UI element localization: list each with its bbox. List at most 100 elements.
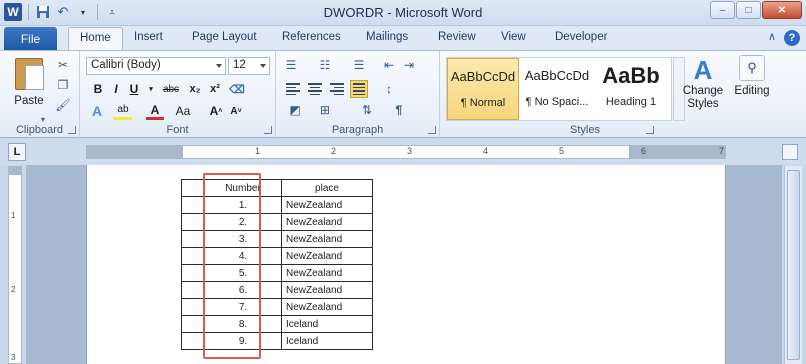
line-spacing-icon[interactable]: ↕ (380, 81, 398, 97)
style-name: ¶ No Spaci... (525, 96, 589, 108)
vertical-ruler[interactable]: 1 2 3 (8, 166, 22, 364)
table-cell[interactable]: NewZealand (281, 230, 373, 248)
table-cell[interactable] (181, 230, 205, 248)
table-cell[interactable]: NewZealand (281, 213, 373, 231)
format-painter-icon[interactable]: 🖌 (54, 97, 72, 113)
table-cell[interactable] (181, 315, 205, 333)
tab-developer[interactable]: Developer (555, 31, 607, 43)
table-cell[interactable] (181, 196, 205, 214)
table-header-cell[interactable]: Number (204, 179, 282, 197)
chevron-down-icon[interactable] (260, 64, 266, 68)
table-header-cell[interactable]: place (281, 179, 373, 197)
table-cell[interactable]: 1. (204, 196, 282, 214)
change-case-icon[interactable]: Aa (172, 102, 194, 120)
shrink-font-icon[interactable]: A ˅ (228, 102, 244, 120)
style-sample: AaBb (602, 63, 660, 88)
table-cell[interactable] (181, 298, 205, 316)
table-cell[interactable]: 6. (204, 281, 282, 299)
tab-selector[interactable]: L (8, 143, 26, 161)
minimize-button[interactable]: – (710, 1, 735, 19)
font-color-icon[interactable]: A (146, 102, 164, 120)
table-cell[interactable]: 9. (204, 332, 282, 350)
editing-button[interactable]: ⚲ Editing (734, 55, 770, 98)
grow-font-icon[interactable]: A ˄ (208, 102, 224, 120)
table-cell[interactable] (181, 332, 205, 350)
table-cell[interactable]: 4. (204, 247, 282, 265)
help-icon[interactable]: ? (784, 30, 800, 46)
table-header-cell[interactable] (181, 179, 205, 197)
table-cell[interactable]: NewZealand (281, 247, 373, 265)
table-cell[interactable]: 8. (204, 315, 282, 333)
minimize-ribbon-icon[interactable]: ∧ (768, 30, 776, 46)
chevron-down-icon[interactable]: ▾ (146, 80, 156, 98)
table-cell[interactable] (181, 281, 205, 299)
styles-launcher-icon[interactable] (646, 126, 654, 134)
table-cell[interactable] (181, 247, 205, 265)
text-effects-icon[interactable]: A (88, 102, 106, 120)
close-button[interactable]: ✕ (762, 1, 802, 19)
style-no-spacing[interactable]: AaBbCcDd ¶ No Spaci... (521, 58, 593, 120)
align-center-icon[interactable] (306, 80, 324, 98)
decrease-indent-icon[interactable]: ⇤ (380, 57, 398, 73)
tab-references[interactable]: References (282, 31, 341, 43)
tab-page-layout[interactable]: Page Layout (192, 31, 257, 43)
show-paragraph-marks-icon[interactable]: ¶ (390, 102, 408, 118)
paste-button[interactable]: Paste (6, 95, 52, 107)
document-table[interactable]: Number place 1. NewZealand 2. NewZealand 3. New… (181, 179, 373, 350)
tab-view[interactable]: View (501, 31, 526, 43)
font-name-field[interactable]: Calibri (Body) (86, 57, 226, 75)
scrollbar-thumb[interactable] (787, 170, 800, 360)
underline-icon[interactable]: U (126, 80, 142, 98)
table-cell[interactable]: NewZealand (281, 298, 373, 316)
clipboard-launcher-icon[interactable] (68, 126, 76, 134)
align-left-icon[interactable] (284, 80, 302, 98)
bullets-icon[interactable]: ☰ (282, 57, 300, 73)
table-cell[interactable]: NewZealand (281, 196, 373, 214)
table-cell[interactable]: NewZealand (281, 281, 373, 299)
style-heading-1[interactable]: AaBb Heading 1 (595, 58, 667, 120)
restore-button[interactable]: □ (736, 1, 761, 19)
copy-icon[interactable]: ❐ (54, 77, 72, 93)
paste-icon[interactable] (15, 58, 44, 90)
shading-icon[interactable]: ◩ (286, 102, 304, 118)
change-styles-button[interactable]: A Change Styles (678, 55, 728, 111)
multilevel-list-icon[interactable]: ☰ (350, 57, 368, 73)
justify-icon[interactable] (350, 80, 368, 98)
tab-insert[interactable]: Insert (134, 31, 163, 43)
align-right-icon[interactable] (328, 80, 346, 98)
paragraph-launcher-icon[interactable] (428, 126, 436, 134)
borders-icon[interactable]: ⊞ (316, 102, 334, 118)
tab-mailings[interactable]: Mailings (366, 31, 408, 43)
table-cell[interactable] (181, 213, 205, 231)
table-cell[interactable]: 5. (204, 264, 282, 282)
tab-home[interactable]: Home (68, 27, 123, 51)
italic-icon[interactable]: I (108, 80, 124, 98)
tab-file[interactable]: File (4, 27, 57, 50)
table-cell[interactable]: 3. (204, 230, 282, 248)
horizontal-ruler[interactable]: 1 2 3 4 5 6 7 (86, 145, 726, 159)
superscript-icon[interactable]: x² (206, 80, 224, 98)
chevron-down-icon[interactable] (216, 64, 222, 68)
table-cell[interactable]: Iceland (281, 332, 373, 350)
subscript-icon[interactable]: x₂ (186, 80, 204, 98)
font-size-field[interactable]: 12 (228, 57, 270, 75)
style-normal[interactable]: AaBbCcDd ¶ Normal (447, 58, 519, 120)
view-ruler-icon[interactable] (782, 144, 798, 160)
table-cell[interactable]: NewZealand (281, 264, 373, 282)
table-cell[interactable]: Iceland (281, 315, 373, 333)
highlight-icon[interactable]: ab (114, 102, 132, 120)
table-cell[interactable]: 2. (204, 213, 282, 231)
table-cell[interactable] (181, 264, 205, 282)
table-cell[interactable]: 7. (204, 298, 282, 316)
clear-formatting-icon[interactable]: ⌫ (228, 80, 246, 98)
font-launcher-icon[interactable] (264, 126, 272, 134)
increase-indent-icon[interactable]: ⇥ (400, 57, 418, 73)
vertical-scrollbar[interactable] (784, 166, 802, 364)
table-row: 4. NewZealand (181, 247, 373, 265)
sort-icon[interactable]: ⇅ (358, 102, 376, 118)
cut-icon[interactable]: ✂ (54, 57, 72, 73)
tab-review[interactable]: Review (438, 31, 476, 43)
numbering-icon[interactable]: ☷ (316, 57, 334, 73)
bold-icon[interactable]: B (90, 80, 106, 98)
strikethrough-icon[interactable]: abc (160, 80, 182, 98)
